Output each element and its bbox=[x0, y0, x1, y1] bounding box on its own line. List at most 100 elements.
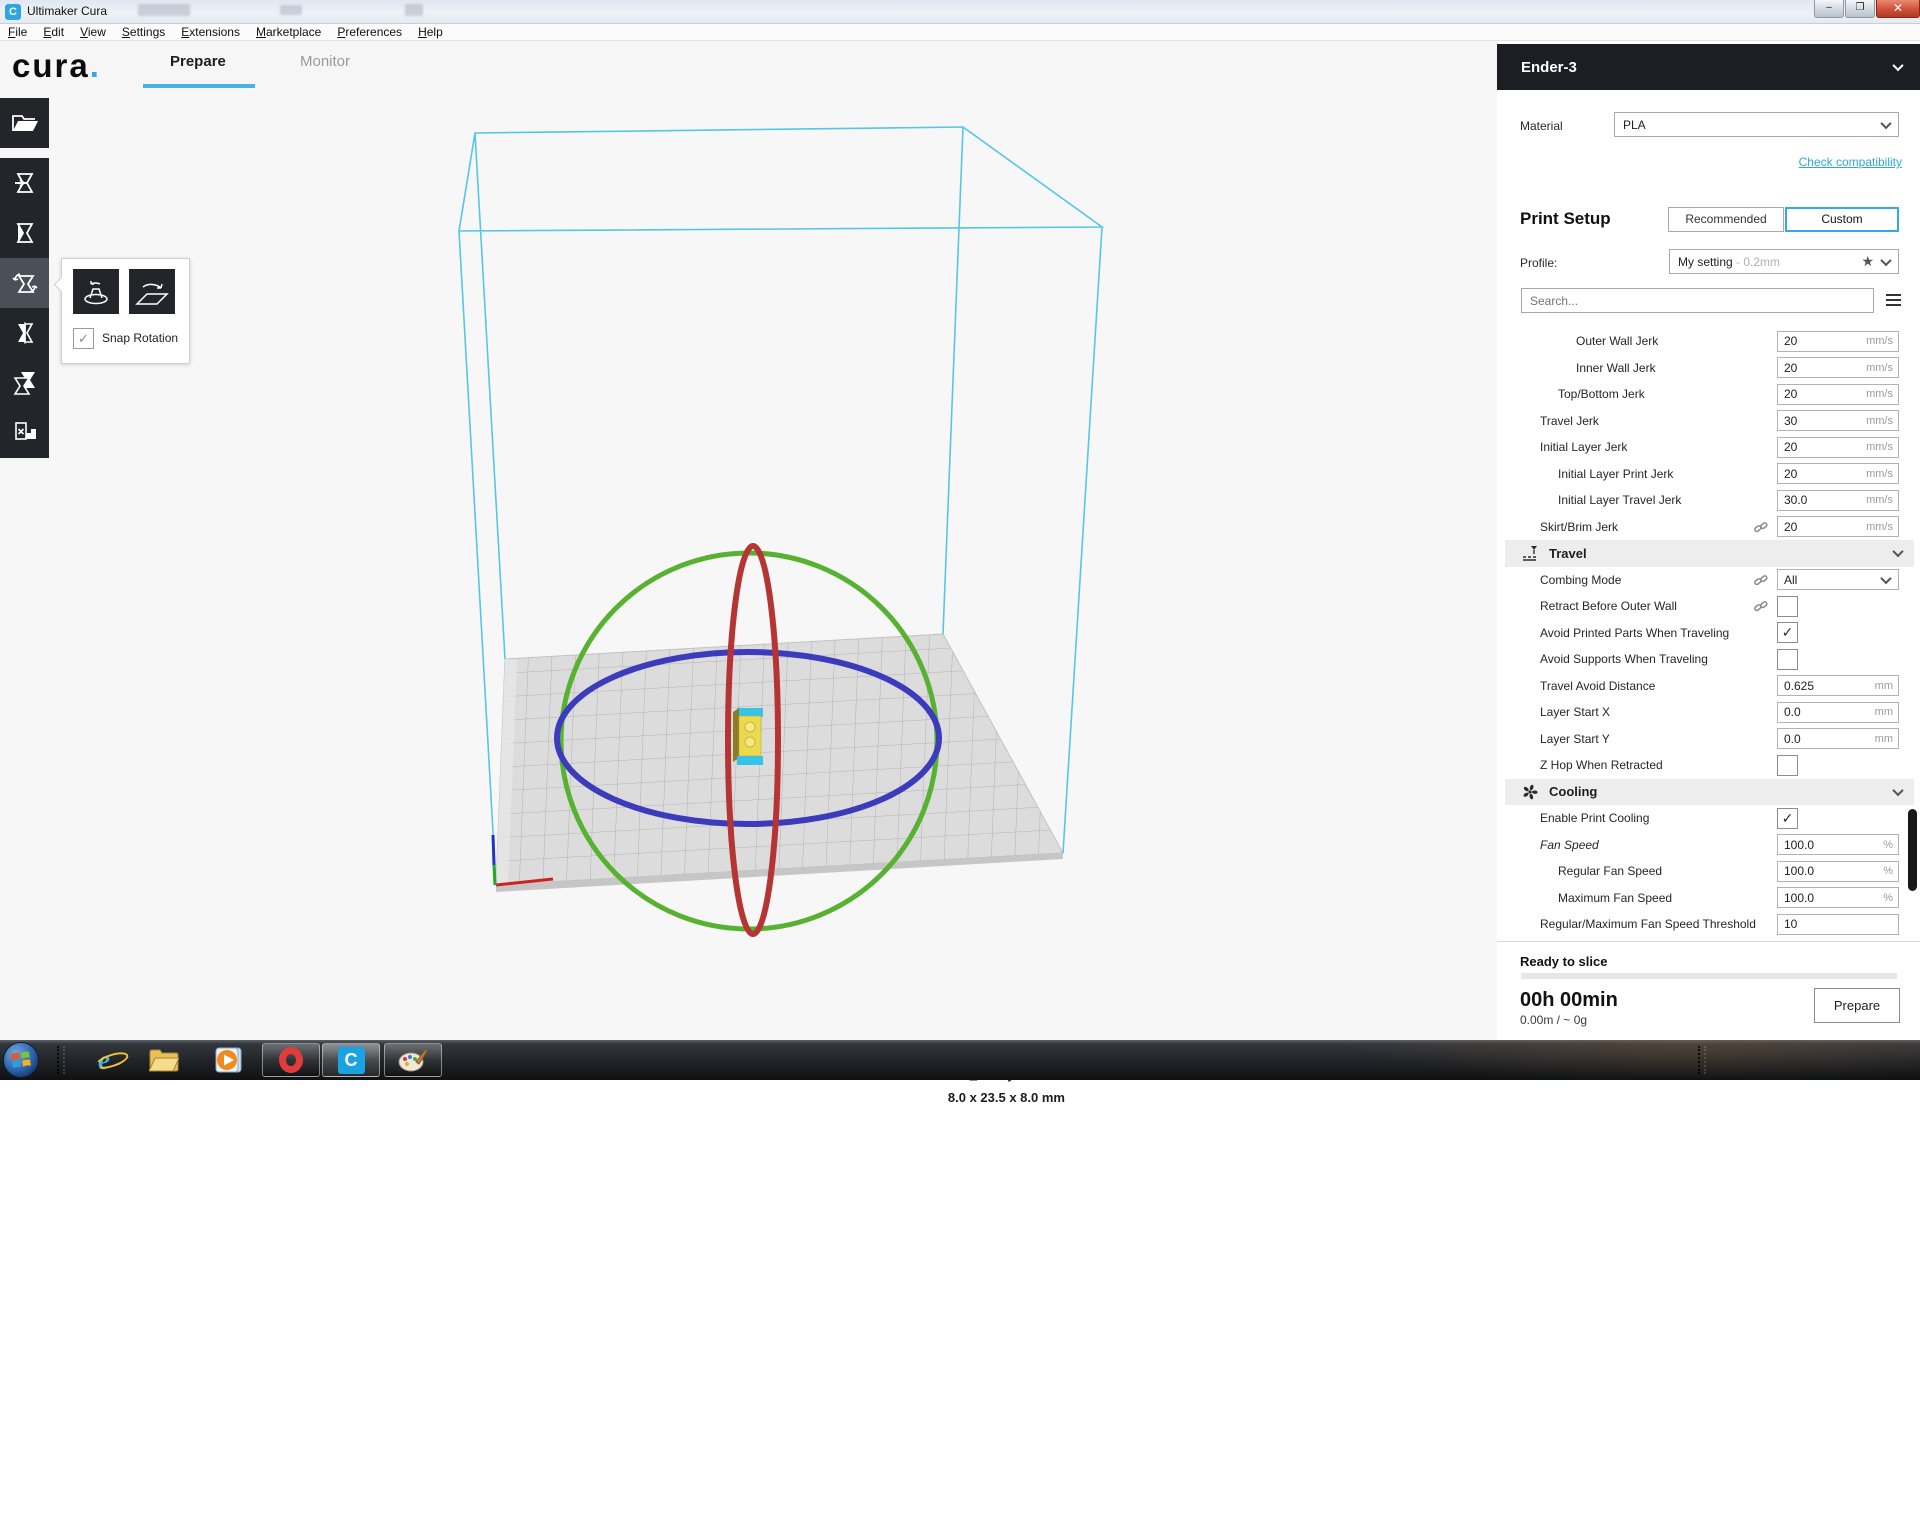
axis-green bbox=[494, 865, 495, 885]
taskbar-grip bbox=[57, 1046, 65, 1074]
3d-viewport[interactable]: CCR10_Druhy tisk 8.0 x 23.5 x 8.0 mm bbox=[0, 90, 1497, 1040]
setting-unit: % bbox=[1883, 865, 1898, 877]
setting-row: Maximum Fan Speed100.0% bbox=[1497, 885, 1920, 912]
setting-value-field[interactable]: 20mm/s bbox=[1777, 331, 1899, 352]
setting-value-field[interactable]: 30mm/s bbox=[1777, 410, 1899, 431]
setting-value-field[interactable]: 20mm/s bbox=[1777, 516, 1899, 537]
rotate-tool[interactable] bbox=[0, 258, 49, 308]
taskbar-opera-button[interactable] bbox=[262, 1043, 320, 1077]
setting-label: Layer Start X bbox=[1540, 705, 1777, 719]
settings-scrollbar[interactable] bbox=[1908, 809, 1917, 891]
setting-checkbox[interactable] bbox=[1777, 808, 1798, 829]
menu-preferences[interactable]: Preferences bbox=[329, 25, 410, 39]
setting-row: Regular/Maximum Fan Speed Threshold10 bbox=[1497, 911, 1920, 937]
material-dropdown[interactable]: PLA bbox=[1614, 112, 1899, 137]
setting-value-field[interactable]: 100.0% bbox=[1777, 887, 1899, 908]
setting-row: Top/Bottom Jerk20mm/s bbox=[1497, 381, 1920, 408]
setting-label: Z Hop When Retracted bbox=[1540, 758, 1777, 772]
setting-checkbox[interactable] bbox=[1777, 755, 1798, 776]
setting-value-field[interactable]: 20mm/s bbox=[1777, 357, 1899, 378]
mirror-tool[interactable] bbox=[0, 308, 49, 358]
scale-icon bbox=[12, 220, 38, 246]
move-tool[interactable] bbox=[0, 158, 49, 208]
check-compatibility-link[interactable]: Check compatibility bbox=[1799, 155, 1902, 169]
setting-unit: mm/s bbox=[1866, 335, 1898, 347]
open-folder-icon bbox=[11, 112, 39, 134]
per-model-settings-tool[interactable] bbox=[0, 358, 49, 408]
taskbar-paint-button[interactable] bbox=[384, 1043, 442, 1077]
setting-unit: mm/s bbox=[1866, 362, 1898, 374]
setting-value-field[interactable]: 100.0% bbox=[1777, 861, 1899, 882]
search-input[interactable] bbox=[1521, 288, 1874, 313]
taskbar-explorer-icon[interactable] bbox=[148, 1044, 180, 1076]
maximize-button[interactable]: ❐ bbox=[1845, 0, 1875, 18]
setting-value-field[interactable]: 20mm/s bbox=[1777, 437, 1899, 458]
menu-help[interactable]: Help bbox=[410, 25, 451, 39]
cooling-icon bbox=[1522, 784, 1538, 800]
lay-flat-button[interactable] bbox=[129, 269, 175, 314]
setting-value: 100.0 bbox=[1778, 838, 1814, 852]
link-icon bbox=[1754, 520, 1768, 534]
titlebar-artifact bbox=[280, 5, 302, 15]
slice-status: Ready to slice bbox=[1520, 954, 1607, 969]
section-label: Cooling bbox=[1549, 784, 1894, 799]
setting-label: Regular Fan Speed bbox=[1540, 864, 1777, 878]
setting-checkbox[interactable] bbox=[1777, 649, 1798, 670]
setting-label: Layer Start Y bbox=[1540, 732, 1777, 746]
chevron-down-icon bbox=[1880, 255, 1891, 266]
windows-logo-icon bbox=[11, 1051, 31, 1069]
taskbar-wmp-icon[interactable] bbox=[212, 1044, 244, 1076]
material-usage: 0.00m / ~ 0g bbox=[1520, 1013, 1587, 1027]
setting-value: 30.0 bbox=[1778, 493, 1807, 507]
menu-file[interactable]: File bbox=[0, 25, 35, 39]
setting-value-field[interactable]: 0.0mm bbox=[1777, 702, 1899, 723]
setting-value-field[interactable]: 0.0mm bbox=[1777, 728, 1899, 749]
setting-row: Inner Wall Jerk20mm/s bbox=[1497, 355, 1920, 382]
profile-dropdown[interactable]: My setting - 0.2mm ★ bbox=[1669, 249, 1899, 274]
open-file-button[interactable] bbox=[0, 98, 49, 148]
setting-select[interactable]: All bbox=[1777, 569, 1899, 590]
taskbar-ie-icon[interactable]: e bbox=[88, 1044, 120, 1076]
setting-row: Skirt/Brim Jerk20mm/s bbox=[1497, 514, 1920, 541]
scale-tool[interactable] bbox=[0, 208, 49, 258]
prepare-button[interactable]: Prepare bbox=[1814, 988, 1900, 1023]
start-button[interactable] bbox=[3, 1042, 39, 1078]
menu-settings[interactable]: Settings bbox=[114, 25, 173, 39]
chevron-down-icon bbox=[1892, 60, 1903, 71]
print-setup-title: Print Setup bbox=[1520, 209, 1611, 229]
menu-edit[interactable]: Edit bbox=[35, 25, 72, 39]
setting-checkbox[interactable] bbox=[1777, 622, 1798, 643]
setting-value-field[interactable]: 30.0mm/s bbox=[1777, 490, 1899, 511]
menu-marketplace[interactable]: Marketplace bbox=[248, 25, 329, 39]
setting-unit: mm bbox=[1875, 706, 1898, 718]
taskbar-cura-button[interactable]: C bbox=[322, 1043, 380, 1077]
minimize-button[interactable]: – bbox=[1814, 0, 1844, 18]
profile-suffix: - 0.2mm bbox=[1736, 255, 1780, 269]
section-cooling[interactable]: Cooling bbox=[1505, 779, 1914, 806]
settings-menu-icon[interactable] bbox=[1886, 294, 1901, 306]
machine-header[interactable]: Ender-3 bbox=[1497, 44, 1920, 90]
reset-rotation-button[interactable] bbox=[73, 269, 119, 314]
setting-value-field[interactable]: 20mm/s bbox=[1777, 463, 1899, 484]
mode-recommended-button[interactable]: Recommended bbox=[1668, 207, 1784, 232]
setting-row: Regular Fan Speed100.0% bbox=[1497, 858, 1920, 885]
tab-monitor[interactable]: Monitor bbox=[300, 53, 350, 70]
paint-icon bbox=[398, 1047, 428, 1073]
setting-value-field[interactable]: 10 bbox=[1777, 914, 1899, 935]
tab-prepare[interactable]: Prepare bbox=[170, 53, 226, 70]
mode-custom-button[interactable]: Custom bbox=[1785, 207, 1899, 232]
tray-grip bbox=[1698, 1046, 1706, 1074]
window-title: Ultimaker Cura bbox=[27, 4, 107, 18]
menu-extensions[interactable]: Extensions bbox=[173, 25, 248, 39]
menu-view[interactable]: View bbox=[72, 25, 114, 39]
model[interactable] bbox=[733, 708, 763, 765]
snap-rotation-checkbox[interactable]: ✓ bbox=[73, 328, 94, 349]
setting-checkbox[interactable] bbox=[1777, 596, 1798, 617]
setting-value-field[interactable]: 20mm/s bbox=[1777, 384, 1899, 405]
media-player-icon bbox=[213, 1046, 243, 1074]
setting-value-field[interactable]: 100.0% bbox=[1777, 834, 1899, 855]
close-button[interactable]: ✕ bbox=[1876, 0, 1920, 18]
support-blocker-tool[interactable] bbox=[0, 408, 49, 458]
section-travel[interactable]: Travel bbox=[1505, 540, 1914, 567]
setting-value-field[interactable]: 0.625mm bbox=[1777, 675, 1899, 696]
